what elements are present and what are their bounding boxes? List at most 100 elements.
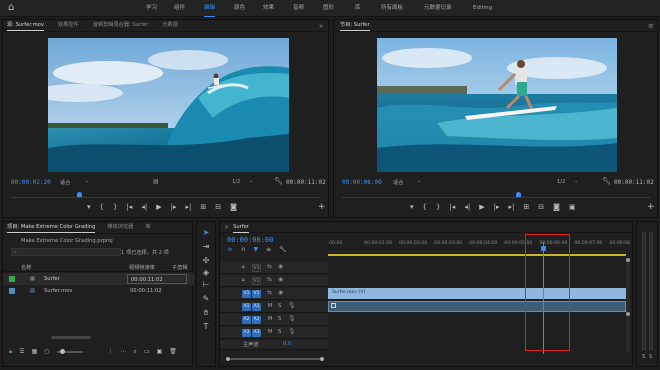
microphone-icon[interactable]: 🎙︎ bbox=[288, 328, 296, 335]
track-select-tool-icon[interactable]: ⇥ bbox=[201, 242, 211, 252]
workspace-assembly[interactable]: 组件 bbox=[174, 0, 185, 17]
linked-selection-icon[interactable]: ∩ bbox=[241, 246, 245, 254]
pen-tool-icon[interactable]: ✎ bbox=[201, 294, 211, 304]
icon-view-icon[interactable]: ▦ bbox=[32, 348, 38, 356]
sync-lock-icon[interactable]: ⇆ bbox=[267, 276, 272, 283]
program-playhead[interactable] bbox=[515, 192, 521, 197]
master-volume-value[interactable]: 0.0 bbox=[283, 341, 291, 347]
timeline-clip-audio[interactable] bbox=[328, 301, 626, 312]
workspace-audio[interactable]: 音频 bbox=[293, 0, 304, 17]
panel-menu-icon[interactable]: ≡ bbox=[648, 22, 654, 30]
new-item-icon[interactable]: ▣ bbox=[157, 348, 163, 356]
timeline-settings-icon[interactable]: ≡ bbox=[266, 246, 271, 254]
scroll-track[interactable] bbox=[230, 358, 320, 360]
clip-icon[interactable]: ▤ bbox=[153, 178, 159, 185]
mute-button[interactable]: M bbox=[268, 303, 272, 309]
wrench-icon[interactable]: 🔧︎ bbox=[602, 177, 611, 185]
automate-icon[interactable]: ⋯ bbox=[121, 348, 127, 356]
work-area-bar[interactable] bbox=[328, 254, 626, 256]
home-icon[interactable]: ⌂ bbox=[8, 3, 18, 13]
tab-audio-clip-mixer[interactable]: 音频剪辑混合器: Surfer bbox=[93, 20, 149, 31]
label-color-swatch[interactable] bbox=[9, 276, 15, 282]
scroll-handle-bottom[interactable] bbox=[626, 312, 630, 316]
add-button-icon[interactable]: + bbox=[318, 203, 326, 212]
source-playhead[interactable] bbox=[77, 192, 83, 197]
compare-view-icon[interactable]: ▣ bbox=[569, 203, 576, 211]
scroll-handle-right[interactable] bbox=[320, 357, 324, 361]
mute-button[interactable]: M bbox=[268, 316, 272, 322]
razor-tool-icon[interactable]: ◈ bbox=[201, 268, 211, 278]
eye-icon[interactable]: ◉ bbox=[278, 289, 283, 296]
tab-libraries[interactable]: 库 bbox=[145, 222, 150, 233]
overwrite-icon[interactable]: ⊟ bbox=[215, 203, 221, 211]
timeline-current-time[interactable]: 00:00:06:00 bbox=[227, 236, 273, 244]
source-patch-v1[interactable]: V1 bbox=[242, 290, 251, 298]
wrench-icon[interactable]: 🔧︎ bbox=[279, 246, 287, 254]
mute-button[interactable]: M bbox=[268, 329, 272, 335]
chevron-down-icon[interactable]: ⌄ bbox=[574, 178, 578, 184]
insert-icon[interactable]: ⊞ bbox=[200, 203, 206, 211]
label-color-swatch[interactable] bbox=[9, 288, 15, 294]
project-search-input[interactable]: ⌕ bbox=[11, 248, 121, 256]
vertical-scrollbar[interactable] bbox=[626, 258, 630, 352]
sort-icon[interactable]: ⋮ bbox=[108, 348, 114, 356]
close-icon[interactable]: × bbox=[224, 224, 229, 231]
horizontal-scrollbar[interactable] bbox=[51, 336, 91, 339]
list-view-icon[interactable]: ☰ bbox=[19, 348, 24, 356]
extract-icon[interactable]: ⊟ bbox=[538, 203, 544, 211]
mark-in-icon[interactable]: { bbox=[423, 203, 427, 211]
lock-icon[interactable]: 🔒︎ bbox=[242, 264, 245, 270]
tab-effect-controls[interactable]: 效果控件 bbox=[58, 20, 79, 31]
ripple-edit-tool-icon[interactable]: ✣ bbox=[201, 256, 211, 266]
wrench-icon[interactable]: 🔧︎ bbox=[274, 177, 283, 185]
zoom-slider[interactable] bbox=[56, 349, 83, 354]
slip-tool-icon[interactable]: ⊢ bbox=[201, 280, 211, 290]
new-bin-icon[interactable]: ▭ bbox=[144, 348, 150, 356]
tab-project[interactable]: 项目: Make Extreme Color Grading bbox=[7, 222, 96, 233]
source-patch-a2[interactable]: A2 bbox=[242, 316, 251, 324]
microphone-icon[interactable]: 🎙︎ bbox=[288, 315, 296, 322]
column-name[interactable]: 名称 bbox=[21, 264, 31, 271]
go-to-out-icon[interactable]: ▸| bbox=[185, 203, 191, 211]
chevron-down-icon[interactable]: ⌄ bbox=[85, 178, 89, 184]
add-marker-icon[interactable]: ▼ bbox=[253, 246, 258, 254]
camera-icon[interactable]: ◙ bbox=[553, 203, 560, 211]
tab-media-browser[interactable]: 媒体浏览器 bbox=[107, 222, 133, 233]
meter-solo-right[interactable]: S bbox=[649, 354, 652, 360]
step-forward-icon[interactable]: |▸ bbox=[171, 203, 177, 211]
track-label-a3[interactable]: A3 bbox=[252, 329, 261, 337]
marker-icon[interactable]: ▾ bbox=[87, 203, 91, 211]
sync-lock-icon[interactable]: ⇆ bbox=[267, 289, 272, 296]
sync-lock-icon[interactable]: ⇆ bbox=[267, 263, 272, 270]
hand-tool-icon[interactable]: ✋︎ bbox=[201, 308, 211, 318]
chevron-down-icon[interactable]: ⌄ bbox=[417, 178, 421, 184]
step-back-icon[interactable]: ◂| bbox=[464, 203, 470, 211]
tab-metadata[interactable]: 元数据 bbox=[162, 20, 178, 31]
source-patch-a3[interactable]: A3 bbox=[242, 329, 251, 337]
track-label-v2[interactable]: V2 bbox=[252, 277, 261, 285]
source-fit-dropdown[interactable]: 适合 bbox=[60, 179, 70, 186]
selection-tool-icon[interactable]: ➤ bbox=[201, 228, 211, 238]
scroll-handle-top[interactable] bbox=[626, 258, 630, 262]
workspace-effects[interactable]: 效果 bbox=[263, 0, 274, 17]
go-to-in-icon[interactable]: |◂ bbox=[449, 203, 455, 211]
workspace-color[interactable]: 颜色 bbox=[234, 0, 245, 17]
time-ruler[interactable]: 00:00 00:00:01:00 00:00:02:00 00:00:03:00 00… bbox=[328, 238, 630, 252]
go-to-in-icon[interactable]: |◂ bbox=[126, 203, 132, 211]
program-scrubber[interactable] bbox=[342, 192, 650, 198]
workspace-learn[interactable]: 学习 bbox=[146, 0, 157, 17]
horizontal-scrollbar[interactable] bbox=[222, 356, 626, 362]
program-resolution-dropdown[interactable]: 1/2 bbox=[557, 179, 565, 185]
program-current-time[interactable]: 00:00:06:00 bbox=[342, 179, 382, 186]
timeline-clip-video[interactable]: Surfer.mov [V] bbox=[328, 288, 626, 299]
find-icon[interactable]: ⌕ bbox=[134, 348, 137, 356]
step-forward-icon[interactable]: |▸ bbox=[494, 203, 500, 211]
lock-icon[interactable]: 🔒︎ bbox=[242, 277, 245, 283]
mark-in-icon[interactable]: { bbox=[100, 203, 104, 211]
add-button-icon[interactable]: + bbox=[647, 203, 655, 212]
tab-timeline-sequence[interactable]: Surfer bbox=[233, 222, 249, 233]
track-label-v1[interactable]: V1 bbox=[252, 290, 261, 298]
source-patch-a1[interactable]: A1 bbox=[242, 303, 251, 311]
workspace-editing[interactable]: 编辑 bbox=[204, 0, 216, 17]
zoom-out-icon[interactable]: ○ bbox=[44, 348, 49, 356]
